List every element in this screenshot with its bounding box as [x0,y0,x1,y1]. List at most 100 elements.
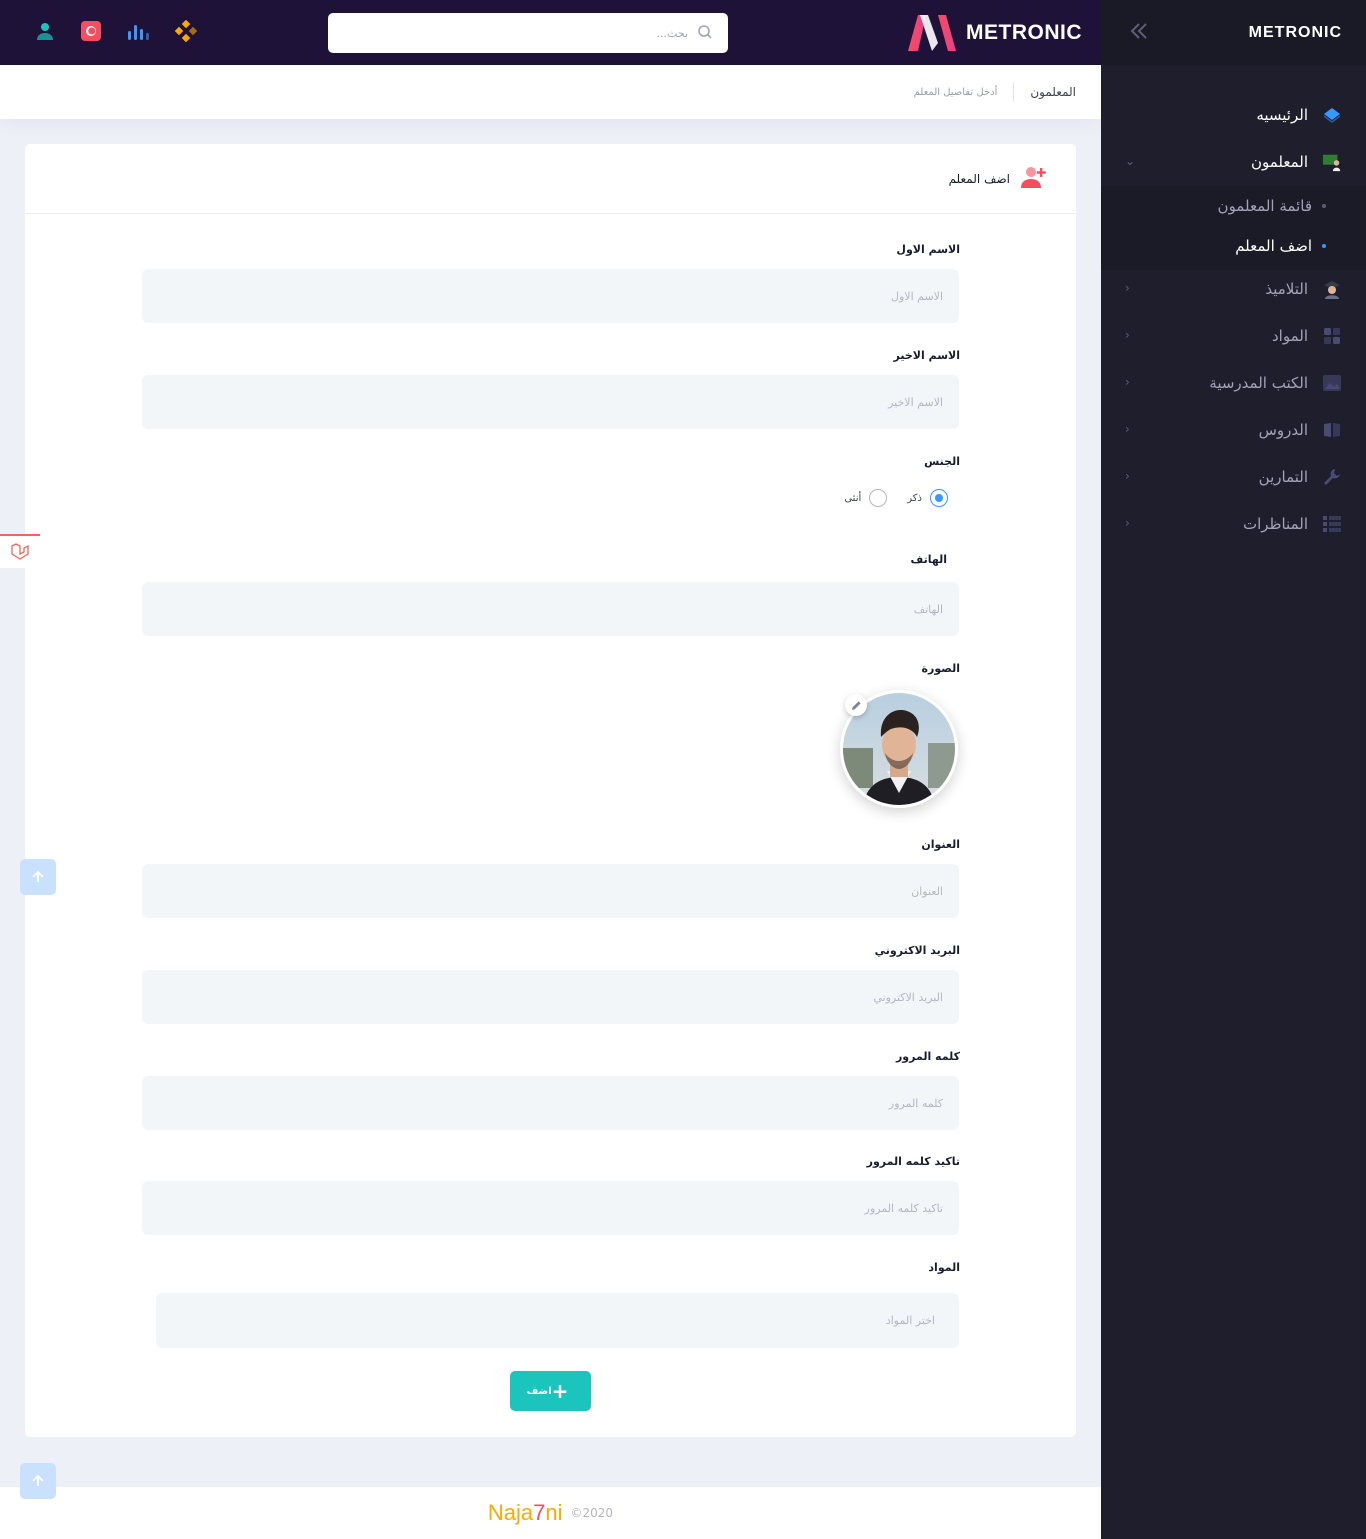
footer-copyright: ©2020 [570,1506,614,1520]
brand-logo[interactable]: METRONIC [906,14,1082,52]
email-input[interactable] [142,970,959,1024]
subheader: المعلمون أدخل تفاصيل المعلم [0,65,1101,119]
sidebar-brand[interactable]: METRONIC [1249,24,1342,42]
metronic-logo-icon [908,15,956,51]
card-title: اضف المعلم [948,171,1010,186]
wrench-icon [1322,467,1342,487]
subjects-select-placeholder: اختر المواد [885,1314,935,1327]
pencil-icon [851,700,861,710]
sidebar-item-label: التمارين [1258,468,1308,486]
sidebar: METRONIC الرئيسيه المعلمون ⌄ قائمة المعل… [1101,0,1366,1539]
phone-label: الهاتف [910,553,947,566]
sidebar-item-subjects[interactable]: المواد ‹ [1101,314,1366,358]
layers-icon [1322,105,1342,125]
chevron-left-icon: ‹ [1125,281,1130,295]
book-icon [1322,420,1342,440]
first-name-input[interactable] [142,269,959,323]
footer-brand-part-2: 7 [533,1500,546,1525]
password-confirm-label: تاكيد كلمه المرور [866,1155,960,1168]
card-header: اضف المعلم [25,144,1076,214]
chevron-left-icon: ‹ [1125,328,1130,342]
sidebar-item-debates[interactable]: المناظرات ‹ [1101,502,1366,546]
sidebar-subitem-add-teacher[interactable]: اضف المعلم [1101,226,1366,266]
sidebar-item-label: التلاميذ [1265,280,1308,298]
search-icon [698,24,712,43]
phone-input[interactable] [142,582,959,636]
sidebar-item-label: المعلمون [1250,153,1308,171]
footer-brand-part-3: ni [545,1500,563,1525]
arrow-up-icon [32,870,44,882]
password-input[interactable] [142,1076,959,1130]
sidebar-item-label: المواد [1271,327,1308,345]
arrow-up-icon [32,1474,44,1486]
grid-icon [1322,326,1342,346]
gender-female-radio[interactable] [869,489,888,507]
search-input[interactable] [348,26,688,40]
footer-brand-part-1: Naja [487,1500,534,1525]
gender-radio-group: ذكر أنثى [820,489,948,507]
password-confirm-input[interactable] [142,1181,959,1235]
chevron-down-icon: ⌄ [1125,154,1136,168]
laravel-icon [11,543,29,560]
last-name-label: الاسم الاخير [893,349,960,362]
last-name-input[interactable] [142,375,959,429]
address-input[interactable] [142,864,959,918]
bullet-dot-icon [1322,244,1326,248]
sidebar-item-students[interactable]: التلاميذ ‹ [1101,267,1366,311]
chart-icon[interactable] [127,20,149,42]
subheader-separator [1013,82,1015,102]
sidebar-item-label: المناظرات [1242,515,1308,533]
sidebar-subitem-label: اضف المعلم [1235,237,1312,255]
scroll-top-button-bottom[interactable] [20,1463,56,1499]
gender-male-label: ذكر [907,492,922,504]
sidebar-item-lessons[interactable]: الدروس ‹ [1101,408,1366,452]
chevron-left-icon: ‹ [1125,375,1130,389]
language-flag-icon[interactable] [80,20,102,42]
laravel-debugbar-tab[interactable] [0,534,40,568]
photo-label: الصورة [921,662,960,675]
sidebar-item-label: الدروس [1258,421,1308,439]
sidebar-item-textbooks[interactable]: الكتب المدرسية ‹ [1101,361,1366,405]
sidebar-subitem-teacher-list[interactable]: قائمة المعلمون [1101,186,1366,226]
teacher-icon [1322,152,1342,172]
student-icon [1322,279,1342,299]
gender-male-radio[interactable] [930,489,948,507]
image-icon [1322,373,1342,393]
bullet-dot-icon [1322,204,1326,208]
list-icon [1322,514,1342,534]
plus-icon: + [551,1379,569,1403]
gender-female-label: أنثى [844,492,862,504]
subjects-label: المواد [928,1261,960,1274]
page-description: أدخل تفاصيل المعلم [913,86,998,98]
password-label: كلمه المرور [895,1050,960,1063]
sidebar-subitem-label: قائمة المعلمون [1217,197,1312,215]
first-name-label: الاسم الاول [896,243,960,256]
page-title: المعلمون [1030,85,1076,99]
add-user-icon [1020,165,1048,193]
brand-name: METRONIC [966,21,1082,44]
sidebar-item-label: الكتب المدرسية [1209,374,1308,392]
user-icon[interactable] [34,20,56,42]
sidebar-item-label: الرئيسيه [1256,106,1308,124]
chevron-left-icon: ‹ [1125,469,1130,483]
sidebar-item-exercises[interactable]: التمارين ‹ [1101,455,1366,499]
add-button-label: اضف [526,1385,552,1397]
sidebar-brand-bar: METRONIC [1101,0,1366,65]
chevron-left-icon: ‹ [1125,516,1130,530]
chevron-left-icon: ‹ [1125,422,1130,436]
edit-avatar-button[interactable] [845,694,867,716]
sidebar-item-home[interactable]: الرئيسيه [1101,93,1366,137]
gender-label: الجنس [924,455,960,468]
apps-icon[interactable] [175,20,197,42]
top-header: METRONIC [0,0,1101,65]
footer: Naja7ni ©2020 [0,1487,1101,1539]
collapse-sidebar-icon[interactable] [1129,22,1149,44]
email-label: البريد الاكتروني [874,944,960,957]
sidebar-item-teachers[interactable]: المعلمون ⌄ [1101,140,1366,184]
address-label: العنوان [921,838,960,851]
scroll-top-button[interactable] [20,859,56,895]
search-box[interactable] [328,13,728,53]
footer-brand[interactable]: Naja7ni [488,1500,563,1526]
add-teacher-button[interactable]: + اضف [510,1371,591,1411]
subjects-select[interactable]: اختر المواد [156,1293,959,1348]
